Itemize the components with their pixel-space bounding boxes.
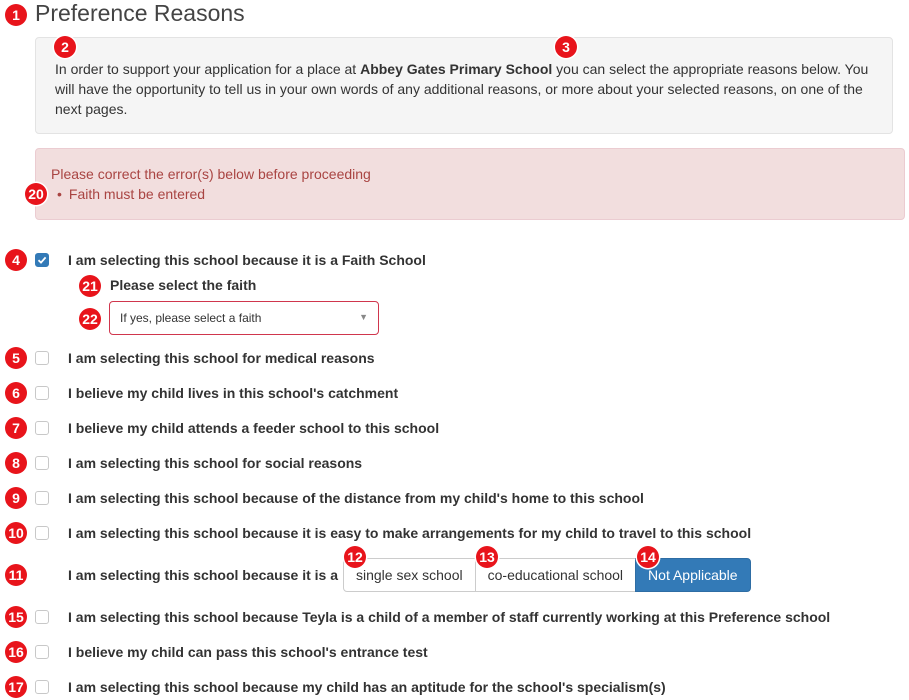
checkbox-staff-child[interactable] — [35, 610, 49, 624]
annotation-badge: 1 — [5, 4, 27, 26]
reason-faith-school[interactable]: I am selecting this school because it is… — [35, 250, 426, 270]
checkbox-medical[interactable] — [35, 351, 49, 365]
intro-panel: In order to support your application for… — [35, 37, 893, 134]
annotation-badge: 17 — [5, 676, 27, 698]
school-name: Abbey Gates Primary School — [360, 61, 553, 77]
reason-label: I believe my child can pass this school'… — [68, 644, 428, 660]
checkbox-social[interactable] — [35, 456, 49, 470]
checkbox-distance[interactable] — [35, 491, 49, 505]
annotation-badge: 22 — [79, 308, 101, 330]
intro-text: In order to support your application for… — [55, 59, 885, 119]
reason-label: I am selecting this school for social re… — [68, 455, 363, 471]
error-item: Faith must be entered — [51, 186, 205, 202]
reason-label: I am selecting this school because it is… — [68, 525, 752, 541]
reason-entrance-test[interactable]: I believe my child can pass this school'… — [35, 642, 428, 662]
annotation-badge: 15 — [5, 606, 27, 628]
annotation-badge: 9 — [5, 487, 27, 509]
annotation-badge: 7 — [5, 417, 27, 439]
reason-label: I believe my child lives in this school'… — [68, 385, 399, 401]
reason-staff-child[interactable]: I am selecting this school because Teyla… — [35, 607, 830, 627]
reason-label: I believe my child attends a feeder scho… — [68, 420, 440, 436]
annotation-badge: 8 — [5, 452, 27, 474]
annotation-badge: 4 — [5, 249, 27, 271]
reason-label: I am selecting this school because my ch… — [68, 679, 666, 695]
annotation-badge: 20 — [25, 183, 47, 205]
annotation-badge: 5 — [5, 347, 27, 369]
error-list: Faith must be entered — [51, 186, 205, 202]
checkbox-travel[interactable] — [35, 526, 49, 540]
checkbox-catchment[interactable] — [35, 386, 49, 400]
school-type-button-group: single sex school co-educational school … — [343, 558, 751, 592]
annotation-badge: 21 — [79, 275, 101, 297]
annotation-badge: 2 — [54, 36, 76, 58]
reason-social[interactable]: I am selecting this school for social re… — [35, 453, 362, 473]
error-heading: Please correct the error(s) below before… — [51, 166, 371, 182]
checkbox-feeder-school[interactable] — [35, 421, 49, 435]
reason-feeder-school[interactable]: I believe my child attends a feeder scho… — [35, 418, 439, 438]
reason-label: I am selecting this school because it is… — [68, 252, 426, 268]
reason-catchment[interactable]: I believe my child lives in this school'… — [35, 383, 398, 403]
checkbox-faith-school[interactable] — [35, 253, 49, 267]
annotation-badge: 11 — [5, 564, 27, 586]
annotation-badge: 13 — [476, 546, 498, 568]
co-educational-button[interactable]: co-educational school — [474, 558, 637, 592]
error-alert: Please correct the error(s) below before… — [35, 148, 905, 220]
check-icon — [37, 256, 47, 264]
chevron-down-icon: ▼ — [359, 312, 368, 322]
faith-label: Please select the faith — [110, 277, 257, 293]
annotation-badge: 16 — [5, 641, 27, 663]
annotation-badge: 6 — [5, 382, 27, 404]
annotation-badge: 14 — [637, 546, 659, 568]
annotation-badge: 3 — [555, 36, 577, 58]
reason-label: I am selecting this school because Teyla… — [68, 609, 831, 625]
reason-label: I am selecting this school for medical r… — [68, 350, 375, 366]
faith-select-value: If yes, please select a faith — [120, 311, 262, 325]
reason-distance[interactable]: I am selecting this school because of th… — [35, 488, 644, 508]
checkbox-entrance-test[interactable] — [35, 645, 49, 659]
intro-prefix: In order to support your application for… — [55, 61, 361, 77]
annotation-badge: 10 — [5, 522, 27, 544]
reason-label: I am selecting this school because of th… — [68, 490, 644, 506]
annotation-badge: 12 — [344, 546, 366, 568]
school-type-label: I am selecting this school because it is… — [68, 567, 338, 583]
checkbox-aptitude[interactable] — [35, 680, 49, 694]
reason-aptitude[interactable]: I am selecting this school because my ch… — [35, 677, 666, 697]
faith-select[interactable]: If yes, please select a faith ▼ — [109, 301, 379, 335]
reason-travel[interactable]: I am selecting this school because it is… — [35, 523, 751, 543]
reason-medical[interactable]: I am selecting this school for medical r… — [35, 348, 375, 368]
page-title: Preference Reasons — [35, 0, 245, 26]
